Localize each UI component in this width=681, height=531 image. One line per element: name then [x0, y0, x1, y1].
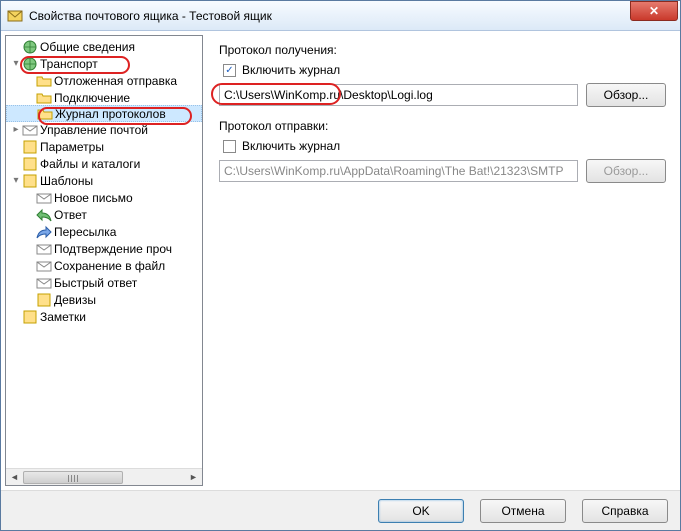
motto-icon	[36, 292, 52, 308]
tree-item-label: Подключение	[54, 91, 130, 105]
send-enable-checkbox[interactable]	[223, 140, 236, 153]
send-path-input	[219, 160, 578, 182]
receive-enable-label: Включить журнал	[242, 63, 340, 77]
tree-item[interactable]: Общие сведения	[6, 38, 202, 55]
expander-icon[interactable]: ▾	[10, 175, 22, 186]
receive-path-input[interactable]	[219, 84, 578, 106]
settings-pane: Протокол получения: Включить журнал Обзо…	[207, 33, 678, 488]
scroll-left-arrow[interactable]: ◄	[6, 469, 23, 486]
tree-item[interactable]: Подключение	[6, 89, 202, 106]
scroll-right-arrow[interactable]: ►	[185, 469, 202, 486]
tree-item[interactable]: ▸ Управление почтой	[6, 121, 202, 138]
files-icon	[22, 156, 38, 172]
folder-log-icon	[37, 106, 53, 122]
receive-enable-checkbox[interactable]	[223, 64, 236, 77]
mail-forward-icon	[36, 224, 52, 240]
cancel-button[interactable]: Отмена	[480, 499, 566, 523]
send-enable-label: Включить журнал	[242, 139, 340, 153]
tree-item[interactable]: ▾ Транспорт	[6, 55, 202, 72]
send-browse-button: Обзор...	[586, 159, 666, 183]
scroll-track[interactable]	[23, 469, 185, 486]
app-icon	[7, 8, 23, 24]
window: Свойства почтового ящика - Тестовой ящик…	[0, 0, 681, 531]
globe-arrow-icon	[22, 56, 38, 72]
tree-item[interactable]: Заметки	[6, 308, 202, 325]
tree-item[interactable]: Параметры	[6, 138, 202, 155]
window-title: Свойства почтового ящика - Тестовой ящик	[29, 9, 630, 23]
close-button[interactable]: ✕	[630, 1, 678, 21]
tree-item[interactable]: Файлы и каталоги	[6, 155, 202, 172]
tree-item-label: Подтверждение проч	[54, 242, 172, 256]
tree-item-label: Журнал протоколов	[55, 107, 166, 121]
receive-protocol-label: Протокол получения:	[219, 43, 666, 57]
tree-item-label: Пересылка	[54, 225, 116, 239]
mail-quick-icon	[36, 275, 52, 291]
tree-item-label: Сохранение в файл	[54, 259, 165, 273]
mail-reply-icon	[36, 207, 52, 223]
folder-plug-icon	[36, 90, 52, 106]
mail-gear-icon	[22, 122, 38, 138]
globe-icon	[22, 39, 38, 55]
tree-item-label: Новое письмо	[54, 191, 133, 205]
expander-icon[interactable]: ▾	[10, 58, 22, 69]
tree-item-label: Ответ	[54, 208, 87, 222]
tree-item-label: Параметры	[40, 140, 104, 154]
scroll-thumb[interactable]	[23, 471, 123, 484]
tree-item[interactable]: Сохранение в файл	[6, 257, 202, 274]
receive-browse-button[interactable]: Обзор...	[586, 83, 666, 107]
tree-item-label: Транспорт	[40, 57, 98, 71]
mail-confirm-icon	[36, 241, 52, 257]
notes-icon	[22, 309, 38, 325]
tree-item[interactable]: ▾ Шаблоны	[6, 172, 202, 189]
tree-item-label: Девизы	[54, 293, 96, 307]
tree[interactable]: Общие сведения ▾ Транспорт Отложенная отпра…	[6, 36, 202, 468]
help-button[interactable]: Справка	[582, 499, 668, 523]
tree-hscrollbar[interactable]: ◄ ►	[6, 468, 202, 485]
send-protocol-label: Протокол отправки:	[219, 119, 666, 133]
tree-item-label: Быстрый ответ	[54, 276, 137, 290]
options-icon	[22, 139, 38, 155]
tree-item[interactable]: Ответ	[6, 206, 202, 223]
ok-button[interactable]: OK	[378, 499, 464, 523]
dialog-button-bar: OK Отмена Справка	[1, 490, 680, 530]
mail-save-icon	[36, 258, 52, 274]
expander-icon[interactable]: ▸	[10, 124, 22, 135]
mail-new-icon	[36, 190, 52, 206]
tree-item[interactable]: Отложенная отправка	[6, 72, 202, 89]
tree-item-label: Шаблоны	[40, 174, 93, 188]
tree-item-label: Заметки	[40, 310, 86, 324]
content-area: Общие сведения ▾ Транспорт Отложенная отпра…	[1, 31, 680, 490]
folder-clock-icon	[36, 73, 52, 89]
tree-item-label: Управление почтой	[40, 123, 148, 137]
tree-item[interactable]: Новое письмо	[6, 189, 202, 206]
titlebar: Свойства почтового ящика - Тестовой ящик…	[1, 1, 680, 31]
tree-item-label: Файлы и каталоги	[40, 157, 140, 171]
tree-item[interactable]: Пересылка	[6, 223, 202, 240]
tree-item-label: Отложенная отправка	[54, 74, 177, 88]
tree-item-label: Общие сведения	[40, 40, 135, 54]
tree-pane: Общие сведения ▾ Транспорт Отложенная отпра…	[5, 35, 203, 486]
tree-item[interactable]: Быстрый ответ	[6, 274, 202, 291]
tree-item[interactable]: Девизы	[6, 291, 202, 308]
tree-item[interactable]: Подтверждение проч	[6, 240, 202, 257]
tree-item[interactable]: Журнал протоколов	[6, 105, 202, 122]
templates-icon	[22, 173, 38, 189]
